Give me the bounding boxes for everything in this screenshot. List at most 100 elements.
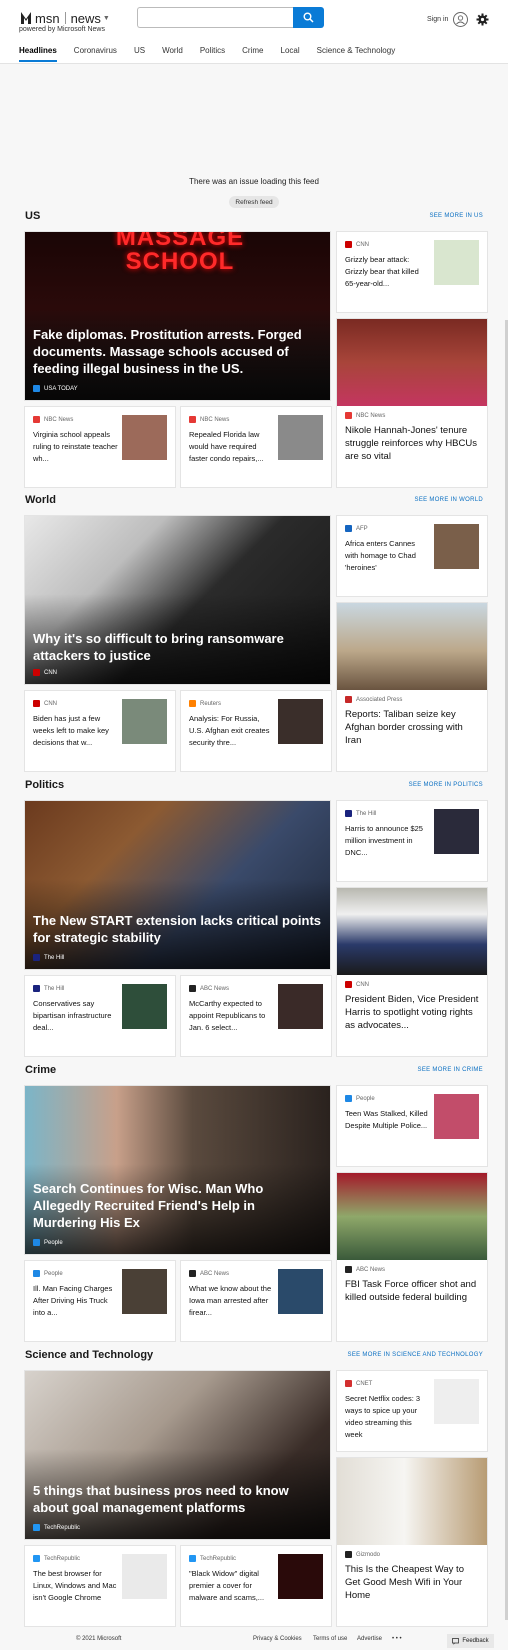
see-more-link[interactable]: SEE MORE IN POLITICS xyxy=(409,782,483,788)
source-logo-icon xyxy=(189,700,196,707)
side-story-card[interactable]: CNN Grizzly bear attack: Grizzly bear tha… xyxy=(337,232,487,312)
footer-link-terms[interactable]: Terms of use xyxy=(313,1636,347,1642)
mini-story-card[interactable]: TechRepublic The best browser for Linux, … xyxy=(25,1546,175,1626)
mini-story-thumbnail xyxy=(122,984,167,1029)
side-feature-card[interactable]: NBC News Nikole Hannah-Jones' tenure stru… xyxy=(337,319,487,487)
tab-politics[interactable]: Politics xyxy=(200,46,225,62)
footer-link-advertise[interactable]: Advertise xyxy=(357,1636,382,1642)
hero-card[interactable]: The New START extension lacks critical p… xyxy=(25,801,330,969)
hero-headline[interactable]: 5 things that business pros need to know… xyxy=(33,1482,322,1516)
side-story-card[interactable]: AFP Africa enters Cannes with homage to C… xyxy=(337,516,487,596)
source-logo-icon xyxy=(189,985,196,992)
more-icon[interactable]: • • • xyxy=(392,1636,402,1642)
mini-story-headline[interactable]: McCarthy expected to appoint Republicans… xyxy=(189,998,274,1034)
section-title: US xyxy=(25,210,41,222)
side-feature-headline[interactable]: President Biden, Vice President Harris t… xyxy=(345,993,481,1032)
source-logo-icon xyxy=(345,696,352,703)
mini-story-headline[interactable]: The best browser for Linux, Windows and … xyxy=(33,1568,118,1604)
hero-card[interactable]: Why it's so difficult to bring ransomwar… xyxy=(25,516,330,684)
tab-science-technology[interactable]: Science & Technology xyxy=(317,46,396,62)
msn-logo[interactable]: msn news ▼ xyxy=(19,9,110,27)
hero-card[interactable]: MASSAGE SCHOOL Fake diplomas. Prostitutio… xyxy=(25,232,330,400)
mini-story-card[interactable]: People Ill. Man Facing Charges After Driv… xyxy=(25,1261,175,1341)
source-logo-icon xyxy=(345,241,352,248)
side-story-headline[interactable]: Grizzly bear attack: Grizzly bear that k… xyxy=(345,254,430,290)
mini-story-card[interactable]: ABC News McCarthy expected to appoint Rep… xyxy=(181,976,331,1056)
mini-story-headline[interactable]: Analysis: For Russia, U.S. Afghan exit c… xyxy=(189,713,274,749)
see-more-link[interactable]: SEE MORE IN SCIENCE AND TECHNOLOGY xyxy=(348,1352,483,1358)
sign-in-link[interactable]: Sign in xyxy=(427,16,448,23)
mini-story-card[interactable]: TechRepublic "Black Widow" digital premie… xyxy=(181,1546,331,1626)
avatar-icon[interactable] xyxy=(453,12,468,27)
side-story-card[interactable]: People Teen Was Stalked, Killed Despite M… xyxy=(337,1086,487,1166)
mini-story-headline[interactable]: "Black Widow" digital premier a cover fo… xyxy=(189,1568,274,1604)
mini-story-card[interactable]: NBC News Virginia school appeals ruling t… xyxy=(25,407,175,487)
side-feature-headline[interactable]: FBI Task Force officer shot and killed o… xyxy=(345,1278,481,1304)
side-feature-source: CNN xyxy=(345,981,369,988)
side-story-thumbnail xyxy=(434,1094,479,1139)
side-feature-card[interactable]: Associated Press Reports: Taliban seize k… xyxy=(337,603,487,771)
hero-headline[interactable]: Why it's so difficult to bring ransomwar… xyxy=(33,630,322,664)
section-name: news xyxy=(70,10,101,26)
see-more-link[interactable]: SEE MORE IN CRIME xyxy=(418,1067,483,1073)
source-logo-icon xyxy=(33,669,40,676)
source-logo-icon xyxy=(33,416,40,423)
mini-story-headline[interactable]: What we know about the Iowa man arrested… xyxy=(189,1283,274,1319)
hero-headline[interactable]: Search Continues for Wisc. Man Who Alleg… xyxy=(33,1180,322,1231)
tab-coronavirus[interactable]: Coronavirus xyxy=(74,46,117,62)
hero-card[interactable]: Search Continues for Wisc. Man Who Alleg… xyxy=(25,1086,330,1254)
feedback-button[interactable]: Feedback xyxy=(447,1634,494,1648)
source-logo-icon xyxy=(345,412,352,419)
side-story-card[interactable]: CNET Secret Netflix codes: 3 ways to spic… xyxy=(337,1371,487,1451)
mini-story-headline[interactable]: Ill. Man Facing Charges After Driving Hi… xyxy=(33,1283,118,1319)
side-feature-headline[interactable]: Nikole Hannah-Jones' tenure struggle rei… xyxy=(345,424,481,463)
side-story-card[interactable]: The Hill Harris to announce $25 million i… xyxy=(337,801,487,881)
search-input[interactable] xyxy=(137,7,293,28)
side-feature-source: NBC News xyxy=(345,412,385,419)
mini-story-card[interactable]: Reuters Analysis: For Russia, U.S. Afghan… xyxy=(181,691,331,771)
mini-story-card[interactable]: ABC News What we know about the Iowa man … xyxy=(181,1261,331,1341)
tab-local[interactable]: Local xyxy=(281,46,300,62)
tab-us[interactable]: US xyxy=(134,46,145,62)
mini-story-source-name: Reuters xyxy=(200,700,222,707)
footer-link-privacy[interactable]: Privacy & Cookies xyxy=(253,1636,302,1642)
refresh-feed-button[interactable]: Refresh feed xyxy=(229,196,279,208)
source-logo-icon xyxy=(345,1380,352,1387)
hero-card[interactable]: 5 things that business pros need to know… xyxy=(25,1371,330,1539)
side-feature-headline[interactable]: This Is the Cheapest Way to Get Good Mes… xyxy=(345,1563,481,1602)
hero-source: USA TODAY xyxy=(33,385,78,392)
hero-headline[interactable]: The New START extension lacks critical p… xyxy=(33,912,322,946)
side-feature-card[interactable]: Gizmodo This Is the Cheapest Way to Get G… xyxy=(337,1458,487,1626)
gear-icon[interactable] xyxy=(476,13,489,26)
tab-world[interactable]: World xyxy=(162,46,183,62)
see-more-link[interactable]: SEE MORE IN WORLD xyxy=(415,497,483,503)
mini-story-card[interactable]: The Hill Conservatives say bipartisan inf… xyxy=(25,976,175,1056)
search-button[interactable] xyxy=(293,7,324,28)
mini-story-headline[interactable]: Conservatives say bipartisan infrastruct… xyxy=(33,998,118,1034)
side-feature-headline[interactable]: Reports: Taliban seize key Afghan border… xyxy=(345,708,481,747)
mini-story-headline[interactable]: Repealed Florida law would have required… xyxy=(189,429,274,465)
mini-story-thumbnail xyxy=(278,1269,323,1314)
tab-crime[interactable]: Crime xyxy=(242,46,263,62)
mini-story-headline[interactable]: Virginia school appeals ruling to reinst… xyxy=(33,429,118,465)
side-story-headline[interactable]: Harris to announce $25 million investmen… xyxy=(345,823,430,859)
mini-story-card[interactable]: CNN Biden has just a few weeks left to ma… xyxy=(25,691,175,771)
side-story-headline[interactable]: Africa enters Cannes with homage to Chad… xyxy=(345,538,430,574)
source-logo-icon xyxy=(33,1555,40,1562)
side-feature-card[interactable]: ABC News FBI Task Force officer shot and … xyxy=(337,1173,487,1341)
side-story-headline[interactable]: Secret Netflix codes: 3 ways to spice up… xyxy=(345,1393,430,1441)
tab-headlines[interactable]: Headlines xyxy=(19,46,57,62)
chevron-down-icon[interactable]: ▼ xyxy=(103,15,110,22)
hero-headline[interactable]: Fake diplomas. Prostitution arrests. For… xyxy=(33,326,322,377)
mini-story-source: TechRepublic xyxy=(33,1555,80,1562)
mini-story-card[interactable]: NBC News Repealed Florida law would have … xyxy=(181,407,331,487)
see-more-link[interactable]: SEE MORE IN US xyxy=(429,213,483,219)
side-feature-card[interactable]: CNN President Biden, Vice President Harri… xyxy=(337,888,487,1056)
mini-story-source-name: TechRepublic xyxy=(44,1555,81,1562)
side-story-source-name: CNN xyxy=(356,241,369,248)
side-story-headline[interactable]: Teen Was Stalked, Killed Despite Multipl… xyxy=(345,1108,430,1132)
source-logo-icon xyxy=(33,1239,40,1246)
mini-story-thumbnail xyxy=(278,699,323,744)
mini-story-headline[interactable]: Biden has just a few weeks left to make … xyxy=(33,713,118,749)
side-story-source: People xyxy=(345,1095,375,1102)
